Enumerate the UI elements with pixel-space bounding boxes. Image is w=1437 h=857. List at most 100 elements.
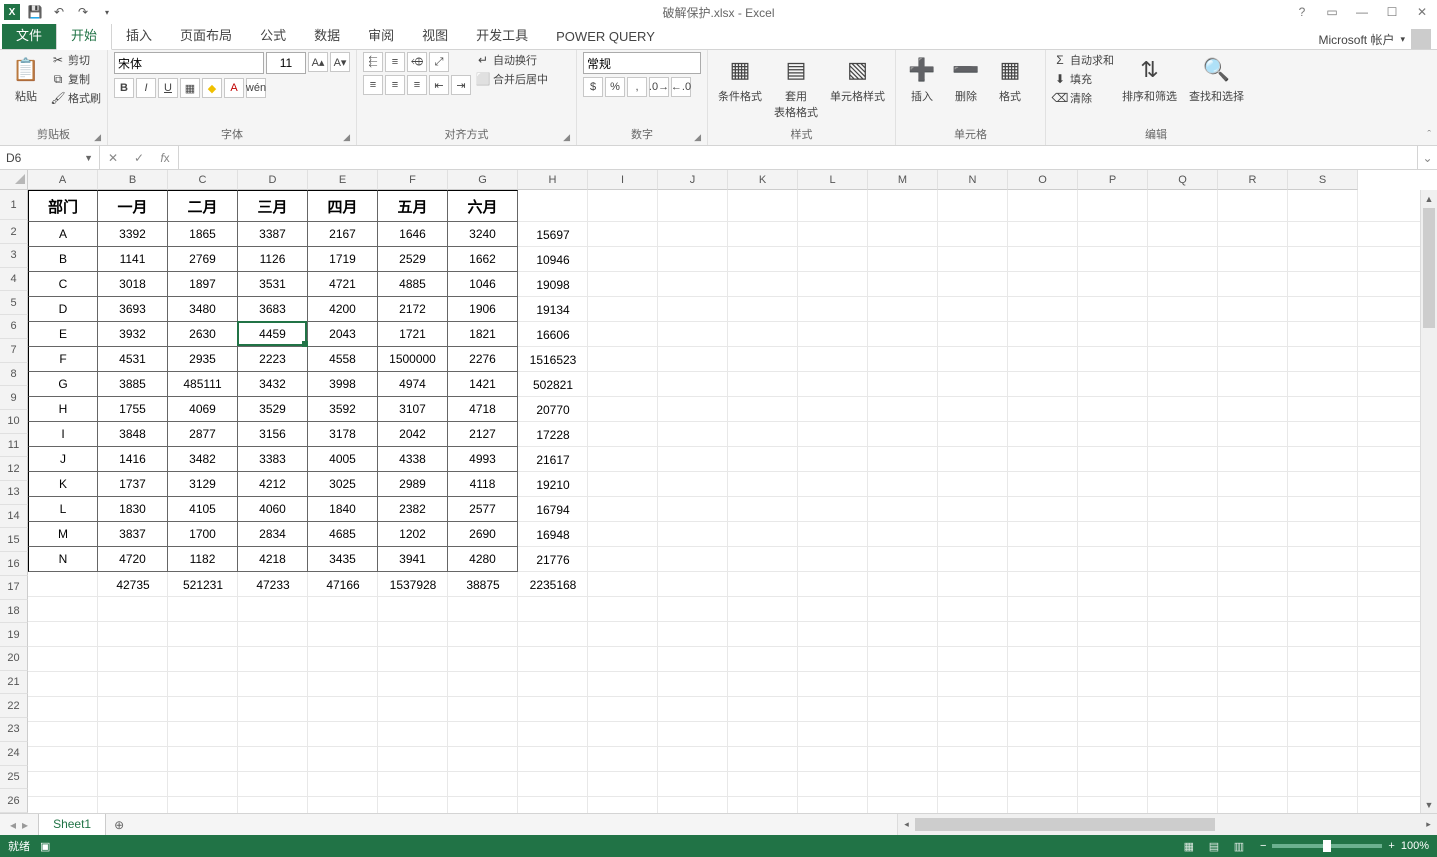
cell[interactable]: L	[28, 497, 98, 522]
column-header[interactable]: C	[168, 170, 238, 190]
scroll-right-icon[interactable]: ▸	[1420, 819, 1437, 830]
column-header[interactable]: O	[1008, 170, 1078, 190]
cell[interactable]: 1500000	[378, 347, 448, 372]
cell[interactable]: N	[28, 547, 98, 572]
cell[interactable]: 3693	[98, 297, 168, 322]
format-cells-button[interactable]: ▦格式	[990, 52, 1030, 106]
page-break-view-button[interactable]: ▥	[1228, 840, 1250, 853]
cell[interactable]: 20770	[518, 397, 588, 422]
dialog-launcher-icon[interactable]: ◢	[694, 132, 701, 143]
font-color-button[interactable]: A	[224, 78, 244, 98]
align-center-button[interactable]: ≡	[385, 75, 405, 95]
cell[interactable]: 4721	[308, 272, 378, 297]
cell[interactable]: 2043	[308, 322, 378, 347]
cell[interactable]: 2989	[378, 472, 448, 497]
row-header[interactable]: 26	[0, 789, 28, 813]
cell[interactable]: 4060	[238, 497, 308, 522]
row-header[interactable]: 7	[0, 339, 28, 363]
increase-font-button[interactable]: A▴	[308, 52, 328, 72]
zoom-out-button[interactable]: −	[1260, 840, 1266, 852]
delete-cells-button[interactable]: ➖删除	[946, 52, 986, 106]
formula-input[interactable]	[179, 146, 1417, 169]
name-box[interactable]: D6▼	[0, 146, 100, 169]
border-button[interactable]: ▦	[180, 78, 200, 98]
ribbon-tab-审阅[interactable]: 审阅	[354, 20, 408, 49]
copy-button[interactable]: ⧉复制	[50, 71, 101, 87]
cell[interactable]: 3480	[168, 297, 238, 322]
cell[interactable]: 3432	[238, 372, 308, 397]
cell[interactable]: 1416	[98, 447, 168, 472]
comma-format-button[interactable]: ,	[627, 77, 647, 97]
cell[interactable]: E	[28, 322, 98, 347]
cell[interactable]: 3025	[308, 472, 378, 497]
column-header[interactable]: A	[28, 170, 98, 190]
cell[interactable]: 1719	[308, 247, 378, 272]
cell[interactable]: 1865	[168, 222, 238, 247]
cell[interactable]: 1141	[98, 247, 168, 272]
align-middle-button[interactable]: ≡	[385, 52, 405, 72]
insert-cells-button[interactable]: ➕插入	[902, 52, 942, 106]
cell[interactable]: 4558	[308, 347, 378, 372]
paste-button[interactable]: 📋 粘贴	[6, 52, 46, 106]
cell[interactable]: 一月	[98, 190, 168, 222]
cell[interactable]: 部门	[28, 190, 98, 222]
cell[interactable]: 1662	[448, 247, 518, 272]
cell[interactable]: 4069	[168, 397, 238, 422]
macro-record-icon[interactable]: ▣	[40, 840, 50, 853]
column-header[interactable]: D	[238, 170, 308, 190]
cell[interactable]: 4531	[98, 347, 168, 372]
zoom-slider[interactable]	[1272, 844, 1382, 848]
row-header[interactable]: 22	[0, 694, 28, 718]
column-header[interactable]: E	[308, 170, 378, 190]
cell[interactable]: 502821	[518, 372, 588, 397]
cell[interactable]: 2172	[378, 297, 448, 322]
zoom-control[interactable]: − + 100%	[1260, 840, 1429, 852]
cell[interactable]: G	[28, 372, 98, 397]
cell[interactable]: 二月	[168, 190, 238, 222]
cell[interactable]: C	[28, 272, 98, 297]
cell[interactable]: 4280	[448, 547, 518, 572]
column-header[interactable]: I	[588, 170, 658, 190]
row-header[interactable]: 4	[0, 268, 28, 292]
align-right-button[interactable]: ≡	[407, 75, 427, 95]
scroll-down-icon[interactable]: ▼	[1421, 796, 1437, 813]
cell[interactable]: B	[28, 247, 98, 272]
ribbon-tab-公式[interactable]: 公式	[246, 20, 300, 49]
cell[interactable]: 2630	[168, 322, 238, 347]
cell[interactable]: 六月	[448, 190, 518, 222]
select-all-button[interactable]	[0, 170, 28, 190]
add-sheet-button[interactable]: ⊕	[106, 814, 132, 835]
cell[interactable]: 17228	[518, 422, 588, 447]
row-header[interactable]: 1	[0, 190, 28, 220]
cell[interactable]: 3178	[308, 422, 378, 447]
cell[interactable]: 2529	[378, 247, 448, 272]
row-header[interactable]: 18	[0, 600, 28, 624]
cell[interactable]: M	[28, 522, 98, 547]
column-header[interactable]: M	[868, 170, 938, 190]
row-header[interactable]: 21	[0, 671, 28, 695]
cell[interactable]: F	[28, 347, 98, 372]
cell[interactable]: 1897	[168, 272, 238, 297]
undo-button[interactable]: ↶	[50, 3, 68, 21]
cell[interactable]: 4885	[378, 272, 448, 297]
decrease-decimal-button[interactable]: ←.0	[671, 77, 691, 97]
scroll-thumb[interactable]	[915, 818, 1215, 831]
cell[interactable]: 4212	[238, 472, 308, 497]
cell[interactable]: 3885	[98, 372, 168, 397]
column-header[interactable]: S	[1288, 170, 1358, 190]
cell[interactable]: 16948	[518, 522, 588, 547]
sheet-prev-icon[interactable]: ◂	[10, 818, 16, 832]
cell[interactable]: 2877	[168, 422, 238, 447]
cell[interactable]: 五月	[378, 190, 448, 222]
ribbon-tab-数据[interactable]: 数据	[300, 20, 354, 49]
expand-formula-bar-icon[interactable]: ⌄	[1417, 146, 1437, 169]
column-header[interactable]: K	[728, 170, 798, 190]
cell[interactable]: 1646	[378, 222, 448, 247]
cell[interactable]: 3392	[98, 222, 168, 247]
cell[interactable]: 1421	[448, 372, 518, 397]
cell[interactable]: 1126	[238, 247, 308, 272]
sheet-next-icon[interactable]: ▸	[22, 818, 28, 832]
column-header[interactable]: Q	[1148, 170, 1218, 190]
account-label[interactable]: Microsoft 帐户	[1318, 31, 1394, 48]
cell[interactable]: 3683	[238, 297, 308, 322]
